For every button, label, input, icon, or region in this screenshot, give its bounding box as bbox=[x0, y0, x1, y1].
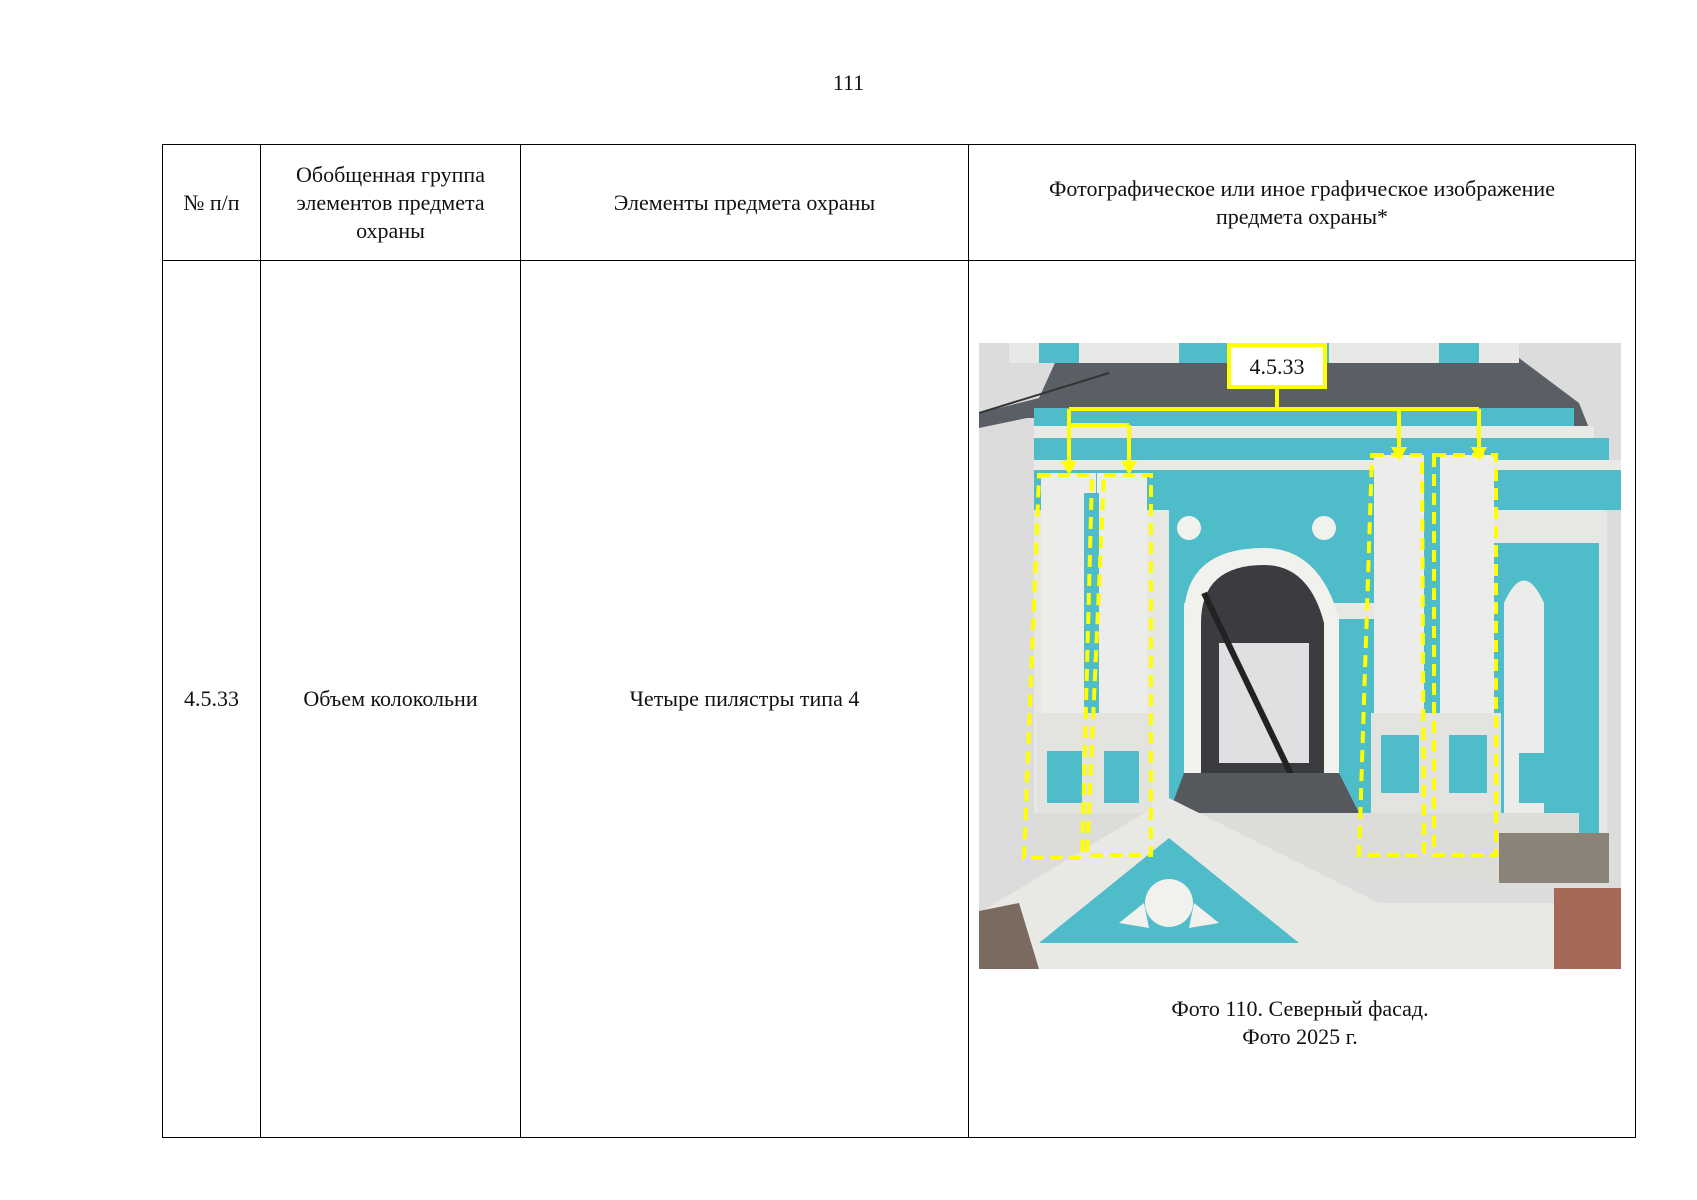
header-elements: Элементы предмета охраны bbox=[520, 144, 969, 261]
page-number: 111 bbox=[832, 70, 865, 95]
caption-line-2: Фото 2025 г. bbox=[1242, 1024, 1358, 1049]
table-header-row: № п/п Обобщенная группа элементов предме… bbox=[162, 144, 1636, 261]
header-num: № п/п bbox=[162, 144, 261, 261]
photo-caption: Фото 110. Северный фасад. Фото 2025 г. bbox=[969, 995, 1631, 1051]
row-group: Объем колокольни bbox=[260, 260, 521, 1138]
row-num: 4.5.33 bbox=[162, 260, 261, 1138]
table-row: 4.5.33 Объем колокольни Четыре пилястры … bbox=[162, 260, 1636, 1138]
header-image: Фотографическое или иное графическое изо… bbox=[968, 144, 1636, 261]
protection-table: № п/п Обобщенная группа элементов предме… bbox=[162, 144, 1636, 1138]
row-elements: Четыре пилястры типа 4 bbox=[520, 260, 969, 1138]
photo-label: 4.5.33 bbox=[1250, 354, 1305, 379]
row-photo-cell: 4.5.33 Фото 110. Северный фасад. Фото 20… bbox=[968, 260, 1636, 1138]
bell-tower-photo: 4.5.33 bbox=[978, 343, 1624, 969]
caption-line-1: Фото 110. Северный фасад. bbox=[1171, 996, 1429, 1021]
header-group: Обобщенная группа элементов предмета охр… bbox=[260, 144, 521, 261]
